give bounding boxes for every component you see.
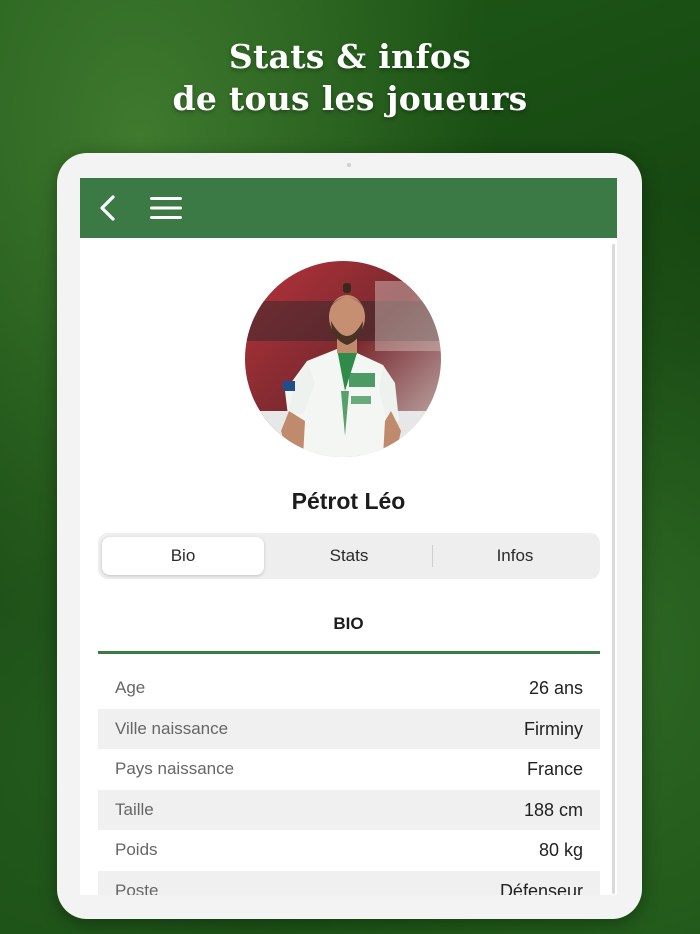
app-screen: Pétrot Léo Bio Stats Infos BIO Age 26 an… [80,178,617,895]
headline-line-1: Stats & infos [228,37,472,76]
bio-row-weight: Poids 80 kg [98,830,600,871]
bio-value: 188 cm [523,799,583,820]
bio-label: Poste [115,880,159,896]
camera-dot [347,163,351,167]
headline-line-2: de tous les joueurs [172,79,528,118]
player-photo-image [245,261,441,457]
bio-label: Pays naissance [115,759,235,778]
bio-row-position: Poste Défenseur [98,870,600,896]
hamburger-menu-icon[interactable] [148,194,184,222]
tab-stats[interactable]: Stats [268,537,430,575]
bio-row-age: Age 26 ans [98,668,600,709]
promo-headline: Stats & infos de tous les joueurs [0,36,700,120]
section-title: BIO [333,614,364,633]
bio-row-birth-country: Pays naissance France [98,749,600,790]
player-avatar [245,261,441,457]
profile-tabs: Bio Stats Infos [98,533,600,579]
app-bar [80,178,617,238]
bio-value: France [526,759,583,779]
bio-row-height: Taille 188 cm [98,789,600,830]
bio-value: 26 ans [528,678,583,698]
bio-label: Taille [115,799,154,819]
bio-label: Poids [115,840,158,859]
section-divider [98,651,600,654]
chevron-left-icon[interactable] [94,192,122,224]
tab-infos[interactable]: Infos [434,537,596,575]
bio-value: 80 kg [538,840,583,860]
bio-row-birth-city: Ville naissance Firminy [98,708,600,749]
tab-divider [432,545,433,567]
scrollbar[interactable] [612,244,615,894]
bio-table: Age 26 ans Ville naissance Firminy Pays … [98,668,600,895]
bio-label: Ville naissance [115,718,229,738]
tablet-frame: Pétrot Léo Bio Stats Infos BIO Age 26 an… [57,153,642,919]
tab-bio[interactable]: Bio [102,537,264,575]
bio-label: Age [115,678,146,697]
bio-value: Firminy [524,718,583,739]
bio-value: Défenseur [499,880,583,896]
player-name: Pétrot Léo [291,488,406,514]
